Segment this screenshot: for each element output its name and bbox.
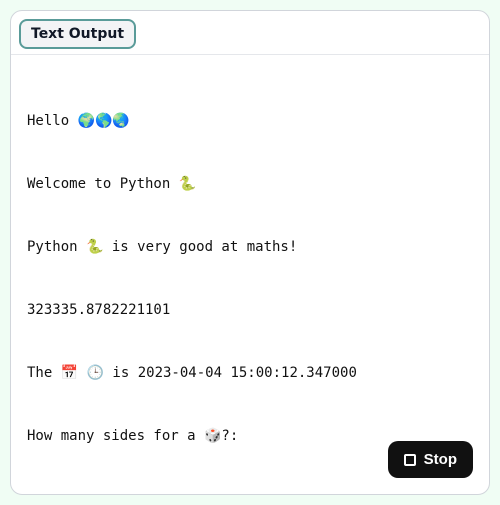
- output-line: Hello 🌍🌎🌏: [27, 111, 473, 132]
- tab-bar: Text Output: [11, 11, 489, 55]
- output-line: 323335.8782221101: [27, 300, 473, 321]
- output-panel: Text Output Hello 🌍🌎🌏 Welcome to Python …: [10, 10, 490, 495]
- stop-button-label: Stop: [424, 451, 457, 468]
- tab-text-output[interactable]: Text Output: [19, 19, 136, 49]
- stop-icon: [404, 454, 416, 466]
- stop-button[interactable]: Stop: [388, 441, 473, 478]
- tab-label: Text Output: [31, 26, 124, 42]
- output-line: Welcome to Python 🐍: [27, 174, 473, 195]
- output-line: Python 🐍 is very good at maths!: [27, 237, 473, 258]
- console-output[interactable]: Hello 🌍🌎🌏 Welcome to Python 🐍 Python 🐍 i…: [11, 55, 489, 494]
- output-line: The 📅 🕒 is 2023-04-04 15:00:12.347000: [27, 363, 473, 384]
